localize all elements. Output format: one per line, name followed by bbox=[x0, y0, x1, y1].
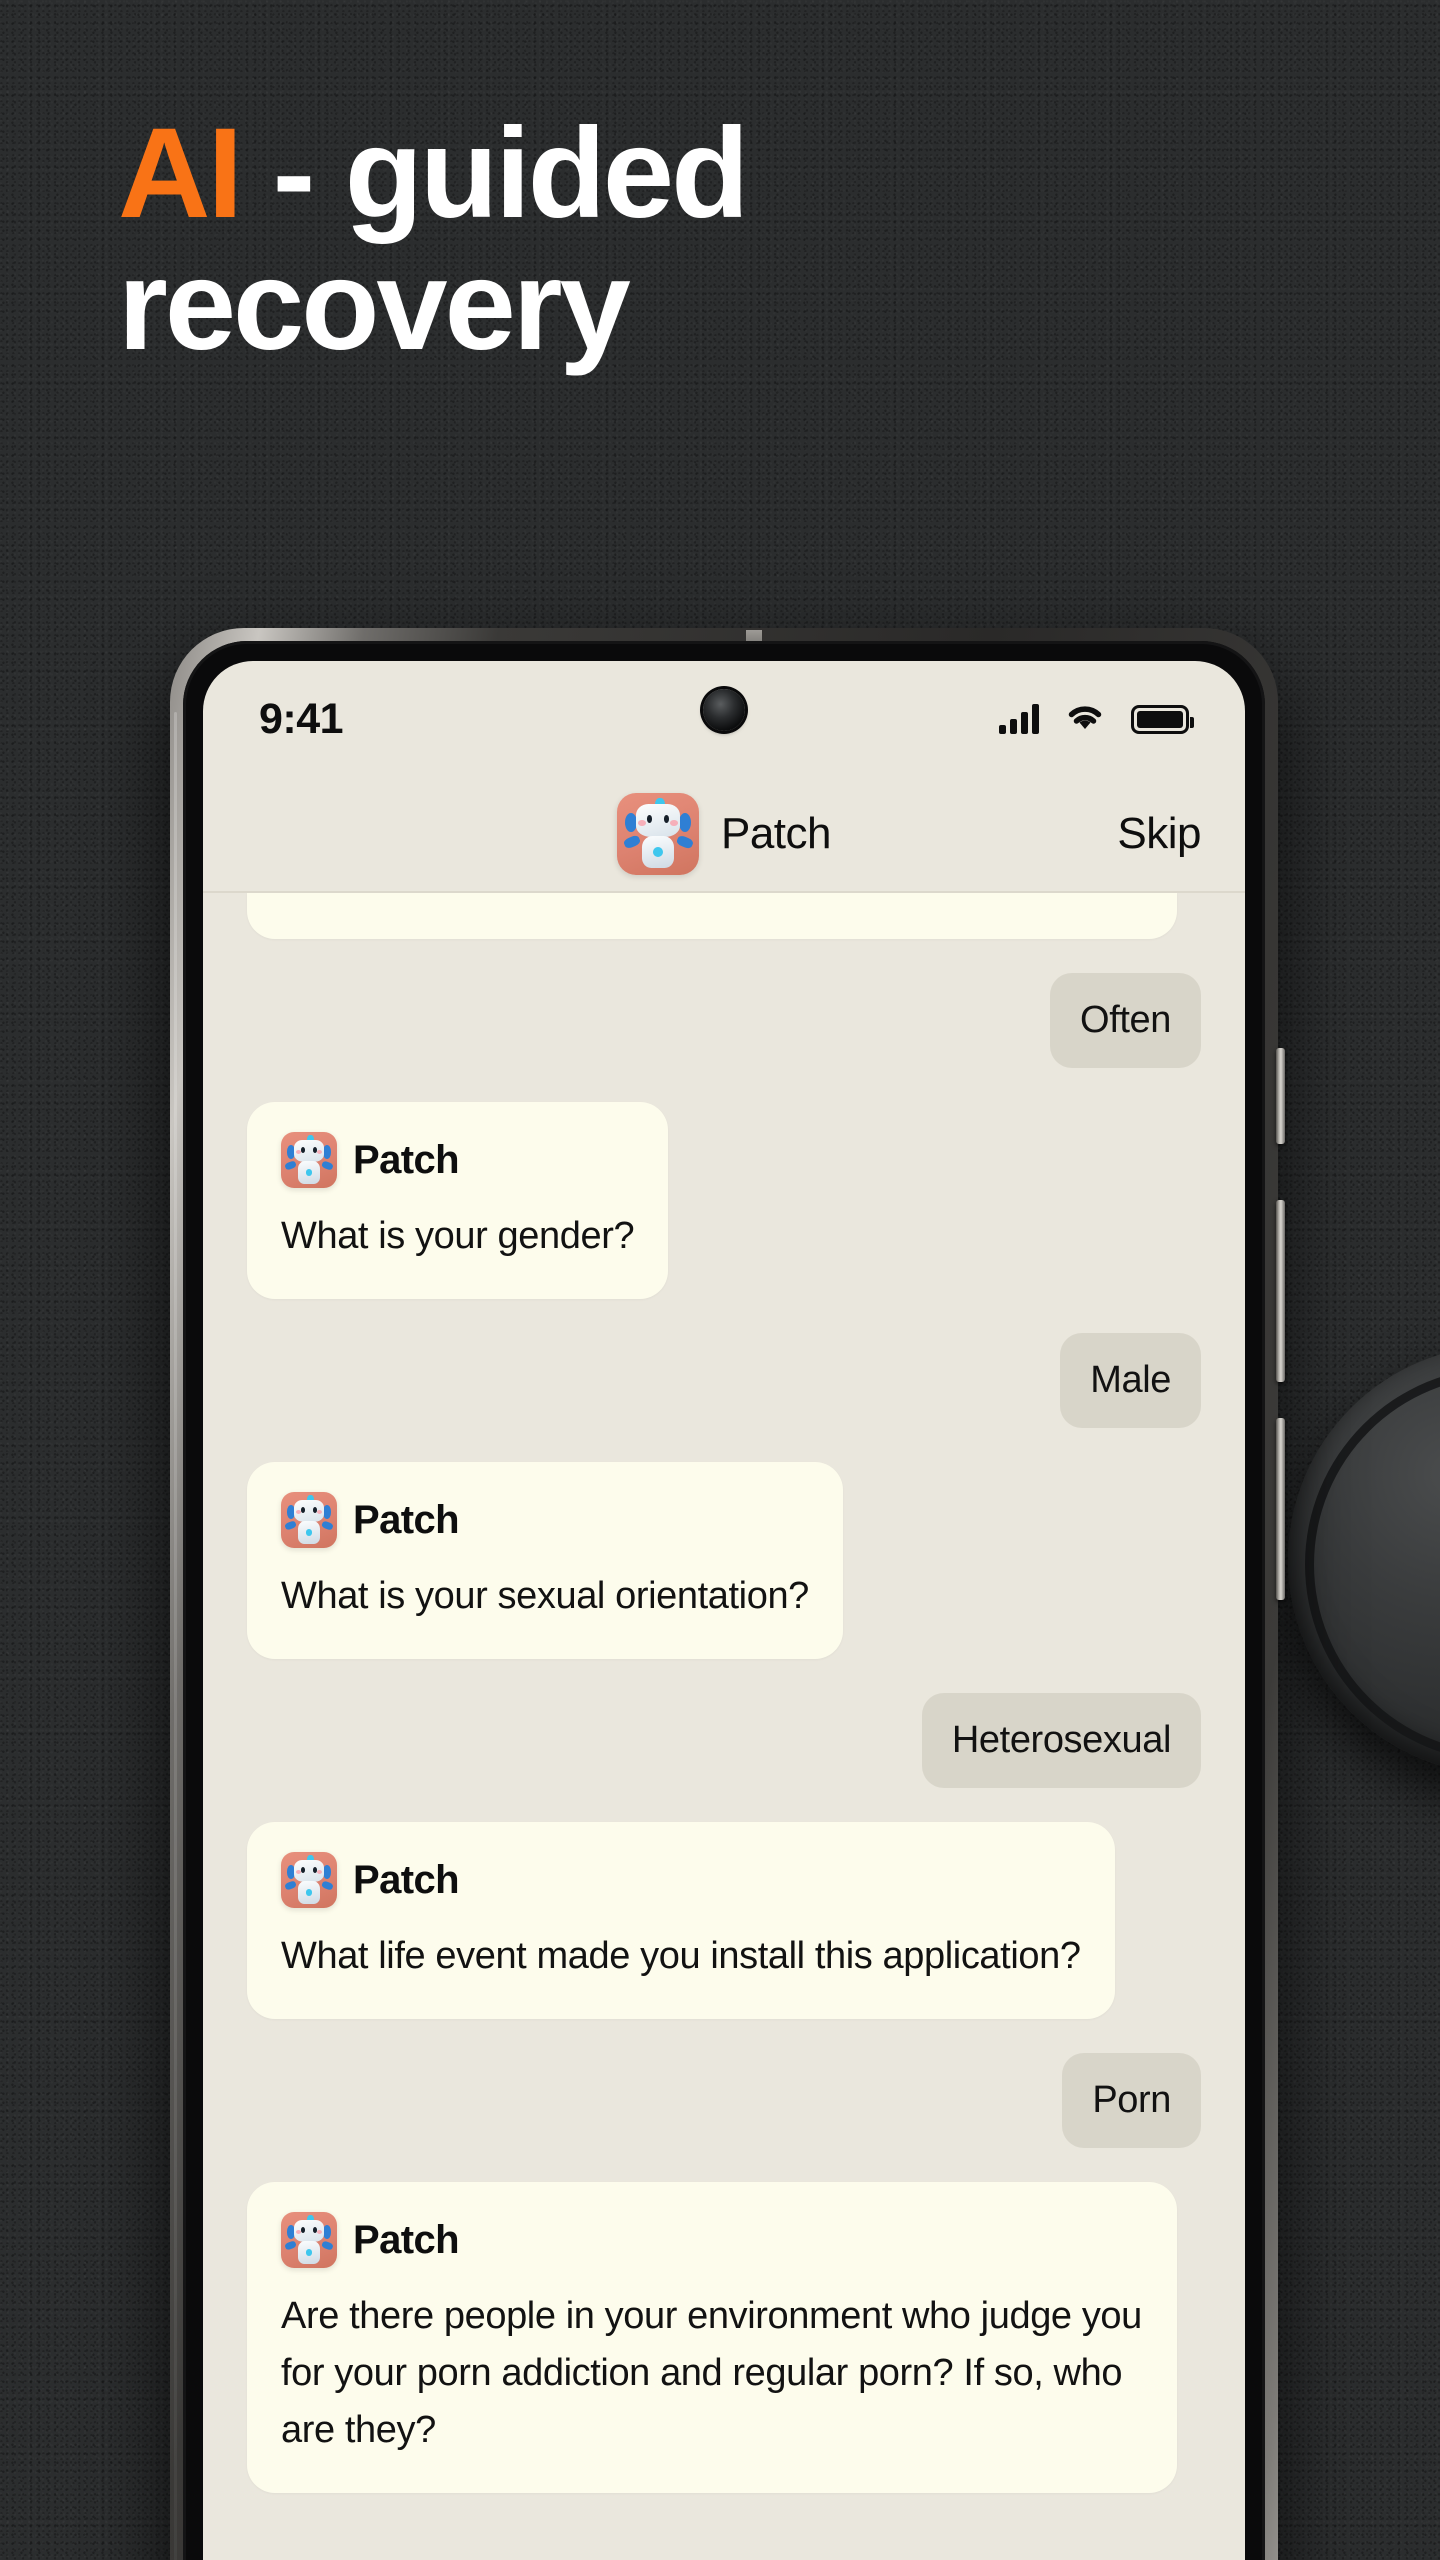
page-title: Patch bbox=[720, 809, 832, 858]
chat-row: Patch Are there people in your environme… bbox=[247, 2182, 1201, 2493]
bot-message-clipped bbox=[247, 893, 1177, 939]
volume-down-button[interactable] bbox=[1276, 1200, 1285, 1382]
bot-name: Patch bbox=[353, 1857, 460, 1902]
bot-name: Patch bbox=[353, 1497, 460, 1542]
status-icons bbox=[999, 702, 1194, 737]
bot-message: Patch What is your sexual orientation? bbox=[247, 1462, 843, 1659]
battery-full-icon bbox=[1131, 704, 1194, 734]
wifi-icon bbox=[1065, 702, 1105, 737]
bot-message: Patch What is your gender? bbox=[247, 1102, 669, 1299]
bot-name: Patch bbox=[353, 1137, 460, 1182]
bot-message-header: Patch bbox=[281, 1132, 634, 1188]
status-bar: 9:41 bbox=[203, 661, 1245, 777]
chat-row: Heterosexual bbox=[247, 1693, 1201, 1788]
power-button[interactable] bbox=[1276, 1418, 1285, 1600]
phone-screen: 9:41 Patch Skip Often Patch What is your… bbox=[203, 661, 1245, 2560]
chat-row: Male bbox=[247, 1333, 1201, 1428]
chat-row bbox=[247, 893, 1201, 939]
status-time: 9:41 bbox=[259, 694, 344, 743]
user-message: Male bbox=[1060, 1333, 1201, 1428]
phone-bezel: 9:41 Patch Skip Often Patch What is your… bbox=[183, 641, 1265, 2560]
chat-row: Patch What is your sexual orientation? bbox=[247, 1462, 1201, 1659]
patch-robot-avatar bbox=[281, 1492, 337, 1548]
chat-row: Patch What is your gender? bbox=[247, 1102, 1201, 1299]
bot-message-text: What life event made you install this ap… bbox=[281, 1935, 1081, 1977]
bot-message: Patch What life event made you install t… bbox=[247, 1822, 1115, 2019]
user-message: Often bbox=[1050, 973, 1201, 1068]
punch-hole-camera-icon bbox=[703, 689, 745, 731]
chat-row: Patch What life event made you install t… bbox=[247, 1822, 1201, 2019]
patch-robot-avatar bbox=[281, 1132, 337, 1188]
chat-row: Often bbox=[247, 973, 1201, 1068]
bot-message-text: What is your sexual orientation? bbox=[281, 1575, 809, 1617]
bot-message-header: Patch bbox=[281, 2212, 1143, 2268]
chat-thread[interactable]: Often Patch What is your gender? Male Pa… bbox=[203, 893, 1245, 2560]
phone-mockup: 9:41 Patch Skip Often Patch What is your… bbox=[170, 628, 1285, 2560]
headline-rest: - guided bbox=[240, 102, 750, 245]
bot-message-text: Are there people in your environment who… bbox=[281, 2295, 1142, 2451]
volume-up-button[interactable] bbox=[1276, 1048, 1285, 1144]
headline-line-2: recovery bbox=[118, 233, 631, 377]
promo-headline: AI - guided recovery bbox=[118, 108, 1118, 372]
user-message: Heterosexual bbox=[921, 1693, 1201, 1788]
header-brand: Patch bbox=[616, 793, 832, 875]
headline-accent-word: AI bbox=[118, 102, 243, 245]
patch-robot-avatar bbox=[281, 2212, 337, 2268]
patch-robot-avatar bbox=[281, 1852, 337, 1908]
chat-row: Porn bbox=[247, 2053, 1201, 2148]
user-message: Porn bbox=[1062, 2053, 1201, 2148]
bot-message: Patch Are there people in your environme… bbox=[247, 2182, 1177, 2493]
patch-robot-avatar bbox=[616, 793, 699, 875]
bot-message-header: Patch bbox=[281, 1852, 1081, 1908]
signal-bars-icon bbox=[999, 704, 1039, 734]
skip-button[interactable]: Skip bbox=[1117, 809, 1201, 859]
bot-name: Patch bbox=[353, 2217, 460, 2262]
bot-message-header: Patch bbox=[281, 1492, 809, 1548]
phone-frame-highlight bbox=[174, 712, 177, 2560]
app-header: Patch Skip bbox=[203, 777, 1245, 893]
bot-message-text: What is your gender? bbox=[281, 1215, 635, 1257]
